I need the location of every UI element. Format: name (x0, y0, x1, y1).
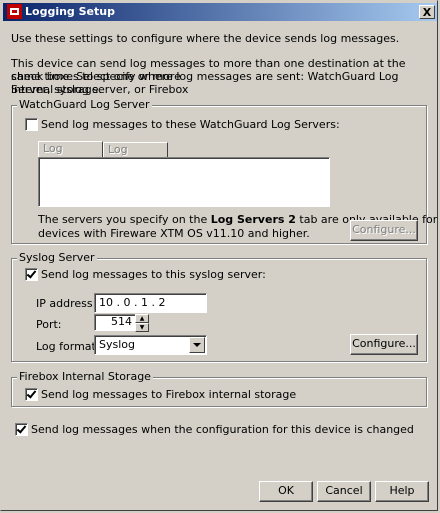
log-format-value: Syslog (99, 338, 135, 351)
firebox-icon (7, 4, 22, 19)
port-input[interactable]: 514 (94, 314, 136, 331)
note-prefix: The servers you specify on the (38, 213, 211, 226)
syslog-checkbox-label[interactable]: Send log messages to this syslog server: (41, 268, 266, 281)
internal-storage-checkbox-label[interactable]: Send log messages to Firebox internal st… (41, 388, 296, 401)
port-label: Port: (36, 318, 62, 331)
log-servers-list[interactable] (38, 157, 330, 207)
close-button[interactable]: X (419, 5, 435, 19)
port-spinner[interactable]: ▲ ▼ (135, 314, 149, 332)
dropdown-arrow-icon[interactable] (189, 337, 205, 353)
watchguard-note-line-2: devices with Fireware XTM OS v11.10 and … (38, 227, 310, 240)
note-bold: Log Servers 2 (210, 213, 296, 226)
config-change-checkbox-label[interactable]: Send log messages when the configuration… (31, 423, 414, 436)
spin-up-icon[interactable]: ▲ (135, 314, 149, 323)
syslog-checkbox[interactable] (25, 268, 38, 281)
logging-setup-dialog: Logging Setup X Use these settings to co… (0, 0, 438, 511)
watchguard-configure-button[interactable]: Configure... (350, 220, 418, 241)
help-button[interactable]: Help (375, 481, 429, 502)
cancel-button[interactable]: Cancel (317, 481, 371, 502)
internal-storage-group-title: Firebox Internal Storage (17, 370, 153, 383)
watchguard-checkbox[interactable] (25, 118, 38, 131)
tab-log-servers-2[interactable]: Log Servers 2 (103, 142, 168, 170)
ip-address-label: IP address: (36, 297, 97, 310)
watchguard-group-title: WatchGuard Log Server (17, 98, 152, 111)
intro-line-4: internal storage. (11, 83, 102, 96)
config-change-checkbox[interactable] (15, 423, 28, 436)
window-title: Logging Setup (25, 5, 115, 18)
internal-storage-checkbox[interactable] (25, 388, 38, 401)
ok-button[interactable]: OK (259, 481, 313, 502)
spin-down-icon[interactable]: ▼ (135, 323, 149, 332)
tab-log-servers-1[interactable]: Log Servers 1 (38, 141, 103, 169)
intro-line-1: Use these settings to configure where th… (11, 32, 400, 45)
title-bar[interactable]: Logging Setup X (3, 3, 437, 21)
syslog-configure-button[interactable]: Configure... (350, 334, 418, 355)
ip-address-input[interactable]: 10 . 0 . 1 . 2 (94, 293, 207, 313)
log-format-label: Log format: (36, 340, 100, 353)
watchguard-checkbox-label[interactable]: Send log messages to these WatchGuard Lo… (41, 118, 340, 131)
syslog-group-title: Syslog Server (17, 251, 97, 264)
